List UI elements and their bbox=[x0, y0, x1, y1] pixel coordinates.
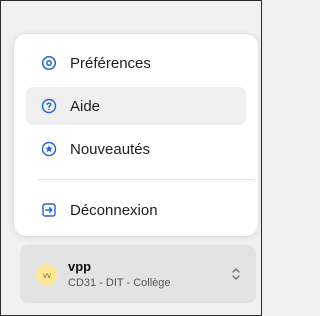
menu-item-label: Nouveautés bbox=[70, 140, 151, 158]
menu-item-label: Déconnexion bbox=[70, 201, 158, 219]
logout-icon bbox=[39, 200, 59, 220]
account-menu: Préférences Aide Nouveautés Déconnexion bbox=[14, 34, 258, 236]
avatar: vv bbox=[36, 264, 58, 286]
menu-item-help[interactable]: Aide bbox=[26, 87, 246, 125]
account-switcher[interactable]: vv vpp CD31 - DIT - Collège bbox=[20, 245, 256, 303]
menu-item-whats-new[interactable]: Nouveautés bbox=[26, 130, 246, 168]
menu-divider bbox=[38, 179, 254, 180]
account-subtitle: CD31 - DIT - Collège bbox=[68, 277, 171, 289]
gear-icon bbox=[39, 53, 59, 73]
menu-item-label: Aide bbox=[70, 97, 101, 115]
chevron-up-down-icon bbox=[230, 265, 242, 283]
account-name: vpp bbox=[68, 259, 92, 274]
star-circle-icon bbox=[39, 139, 59, 159]
help-circle-icon bbox=[39, 96, 59, 116]
menu-item-logout[interactable]: Déconnexion bbox=[26, 191, 246, 229]
menu-item-label: Préférences bbox=[70, 54, 151, 72]
menu-item-preferences[interactable]: Préférences bbox=[26, 44, 246, 82]
window-frame: Préférences Aide Nouveautés Déconnexion … bbox=[0, 0, 262, 316]
